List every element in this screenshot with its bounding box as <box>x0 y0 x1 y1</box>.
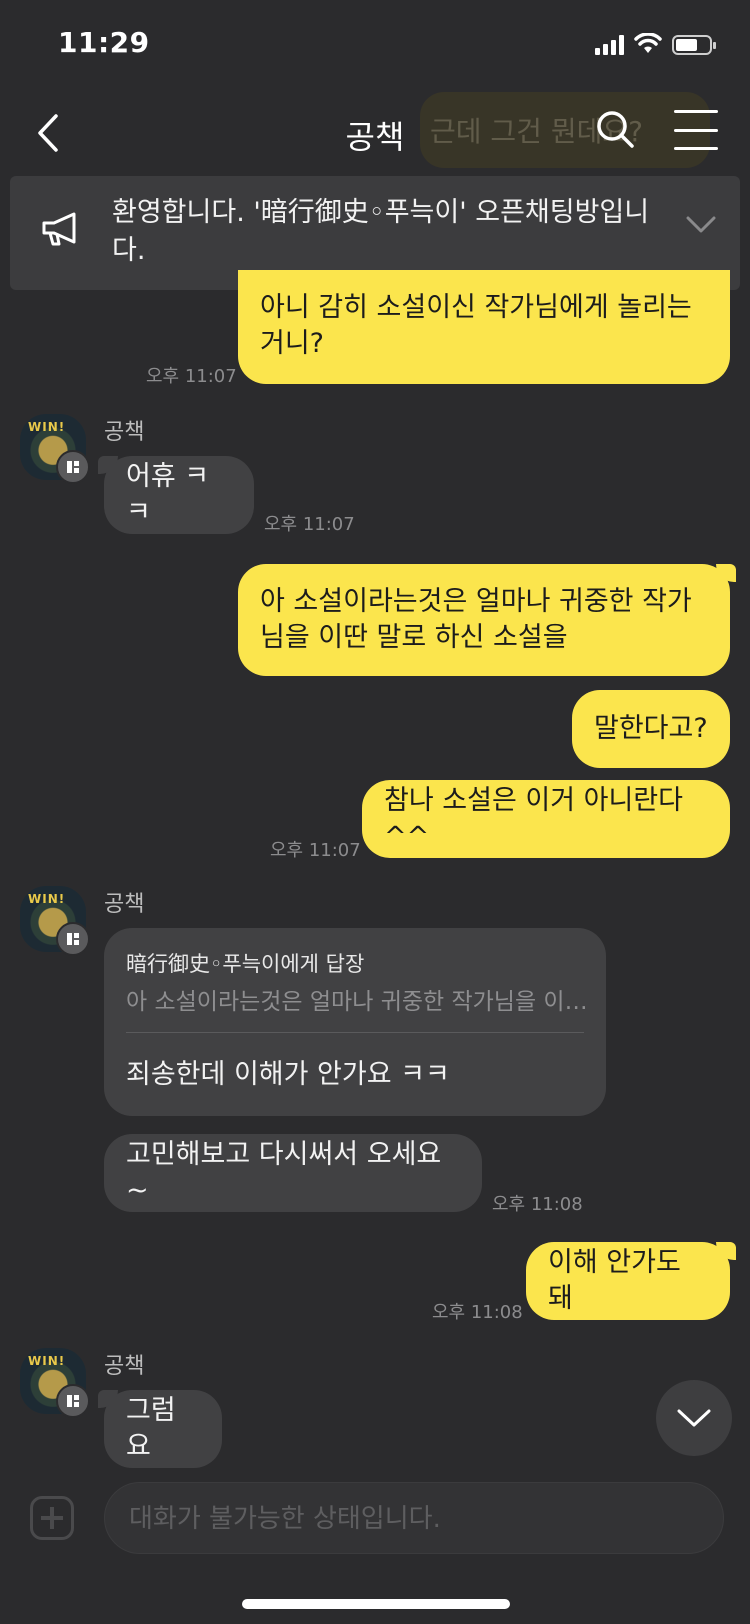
message-text: 이해 안가도 돼 <box>548 1247 681 1314</box>
add-attachment-button[interactable] <box>30 1496 74 1540</box>
avatar-label: WIN! <box>28 892 66 906</box>
reply-target: 暗行御史◦푸늑이에게 답장 <box>126 952 365 976</box>
notice-text: 환영합니다. '暗行御史◦푸늑이' 오픈채팅방입니다. <box>112 197 650 266</box>
divider <box>126 1032 584 1033</box>
chevron-down-icon[interactable] <box>686 216 716 234</box>
message-time: 오후 11:07 <box>264 514 355 535</box>
my-message-bubble[interactable]: 말한다고? <box>572 690 730 768</box>
signal-icon <box>595 33 624 55</box>
menu-line <box>674 110 718 113</box>
message-input-container[interactable] <box>104 1482 724 1555</box>
my-message-bubble[interactable]: 참나 소설은 이거 아니란다^^ <box>362 780 730 858</box>
home-indicator <box>242 1599 510 1609</box>
avatar-label: WIN! <box>28 420 66 434</box>
search-button[interactable] <box>594 108 638 152</box>
my-message-bubble[interactable]: 이해 안가도 돼 <box>526 1242 736 1320</box>
open-profile-badge-icon <box>56 1384 90 1418</box>
their-message-bubble[interactable]: 그럼요 <box>98 1390 222 1468</box>
my-message-bubble[interactable]: 아 소설이라는것은 얼마나 귀중한 작가님을 이딴 말로 하신 소설을 <box>238 564 736 676</box>
search-icon <box>597 111 634 148</box>
message-text: 아니 감히 소설이신 작가님에게 놀리는거니? <box>260 292 692 359</box>
avatar-label: WIN! <box>28 1354 66 1368</box>
message-time: 오후 11:07 <box>270 840 361 861</box>
message-input[interactable] <box>127 1483 691 1555</box>
avatar[interactable]: WIN! <box>20 886 90 956</box>
message-text: 참나 소설은 이거 아니란다^^ <box>384 785 683 852</box>
their-message-bubble[interactable]: 고민해보고 다시써서 오세요 ~ <box>104 1134 482 1212</box>
status-icons <box>595 33 716 55</box>
megaphone-icon <box>42 212 76 246</box>
menu-line <box>674 147 718 150</box>
status-time: 11:29 <box>58 26 150 59</box>
message-time: 오후 11:08 <box>432 1302 523 1323</box>
wifi-icon <box>634 33 662 53</box>
chevron-down-icon <box>677 1409 711 1427</box>
battery-fill <box>676 39 697 51</box>
message-text: 어휴 ㅋㅋ <box>126 461 210 528</box>
message-text: 말한다고? <box>594 713 708 744</box>
status-bar: 11:29 <box>0 0 750 90</box>
open-profile-badge-icon <box>56 922 90 956</box>
scroll-to-bottom-button[interactable] <box>656 1380 732 1456</box>
message-text: 그럼요 <box>126 1395 176 1462</box>
their-message-bubble[interactable]: 어휴 ㅋㅋ <box>98 456 254 534</box>
message-text: 고민해보고 다시써서 오세요 ~ <box>126 1139 442 1206</box>
battery-icon <box>672 35 716 55</box>
avatar[interactable]: WIN! <box>20 414 90 484</box>
message-text: 아 소설이라는것은 얼마나 귀중한 작가님을 이딴 말로 하신 소설을 <box>260 586 692 653</box>
menu-button[interactable] <box>674 110 718 150</box>
message-text: 죄송한데 이해가 안가요 ㅋㅋ <box>126 1059 450 1090</box>
sender-name: 공책 <box>104 1354 145 1379</box>
menu-line <box>674 128 718 132</box>
sender-name: 공책 <box>104 892 145 917</box>
message-time: 오후 11:08 <box>492 1194 583 1215</box>
reply-message-bubble[interactable]: 暗行御史◦푸늑이에게 답장 아 소설이라는것은 얼마나 귀중한 작가님을 이… … <box>104 928 606 1116</box>
chat-header: 근데 그건 뭔데요? 공책 <box>0 88 750 178</box>
message-time: 오후 11:07 <box>146 366 237 387</box>
reply-quote: 아 소설이라는것은 얼마나 귀중한 작가님을 이… <box>126 989 586 1015</box>
avatar[interactable]: WIN! <box>20 1348 90 1418</box>
sender-name: 공책 <box>104 420 145 445</box>
open-profile-badge-icon <box>56 450 90 484</box>
my-message-bubble[interactable]: 아니 감히 소설이신 작가님에게 놀리는거니? <box>238 270 730 384</box>
